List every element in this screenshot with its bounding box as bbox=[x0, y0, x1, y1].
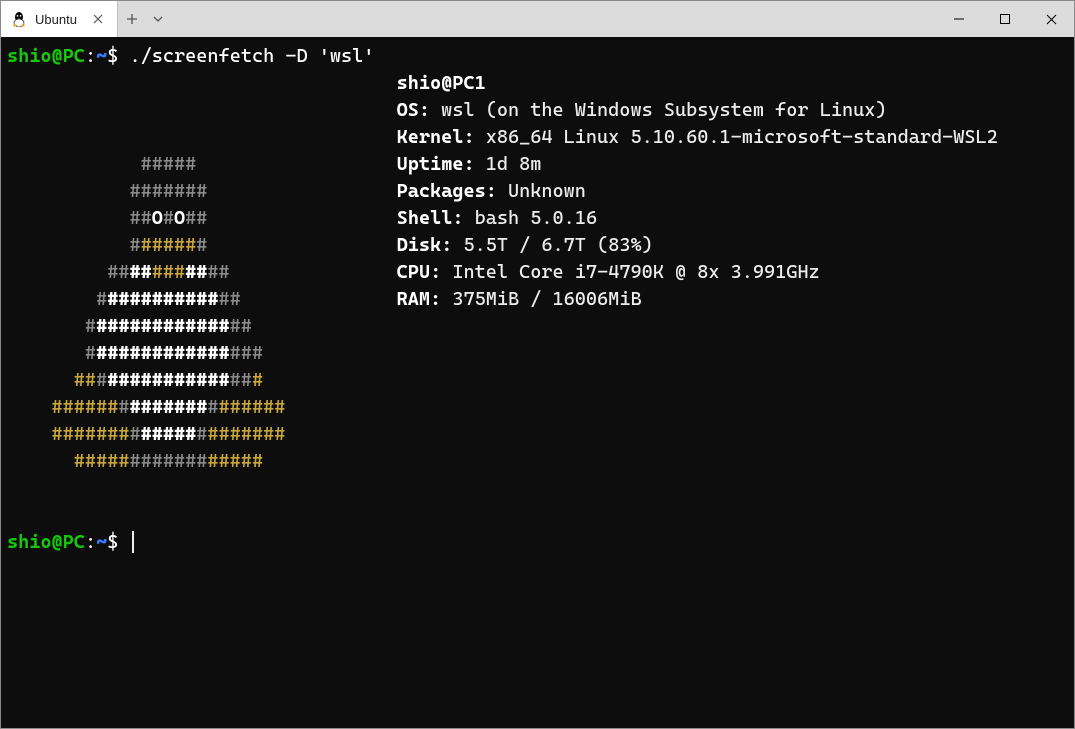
maximize-button[interactable] bbox=[982, 1, 1028, 37]
cursor bbox=[132, 531, 134, 553]
close-icon[interactable] bbox=[89, 10, 107, 29]
tab-actions bbox=[118, 1, 172, 37]
prompt-user: shio@PC bbox=[7, 531, 85, 553]
titlebar: Ubuntu bbox=[1, 1, 1074, 37]
minimize-button[interactable] bbox=[936, 1, 982, 37]
prompt-path: ~ bbox=[96, 531, 107, 553]
prompt-path: ~ bbox=[96, 45, 107, 67]
window-controls bbox=[936, 1, 1074, 37]
info-title: shio@PC1 bbox=[397, 72, 486, 94]
chevron-down-icon[interactable] bbox=[152, 13, 164, 25]
close-button[interactable] bbox=[1028, 1, 1074, 37]
tab-ubuntu[interactable]: Ubuntu bbox=[1, 1, 118, 37]
tab-label: Ubuntu bbox=[35, 12, 77, 27]
app-window: Ubuntu shio@PC:~$ ./screenfetc bbox=[0, 0, 1075, 729]
command-text: ./screenfetch -D 'wsl' bbox=[130, 45, 375, 67]
terminal-output: shio@PC:~$ ./screenfetch -D 'wsl' shio@P… bbox=[7, 43, 1068, 556]
new-tab-button[interactable] bbox=[126, 13, 138, 25]
tux-icon bbox=[11, 11, 27, 27]
prompt-user: shio@PC bbox=[7, 45, 85, 67]
terminal[interactable]: shio@PC:~$ ./screenfetch -D 'wsl' shio@P… bbox=[1, 37, 1074, 728]
